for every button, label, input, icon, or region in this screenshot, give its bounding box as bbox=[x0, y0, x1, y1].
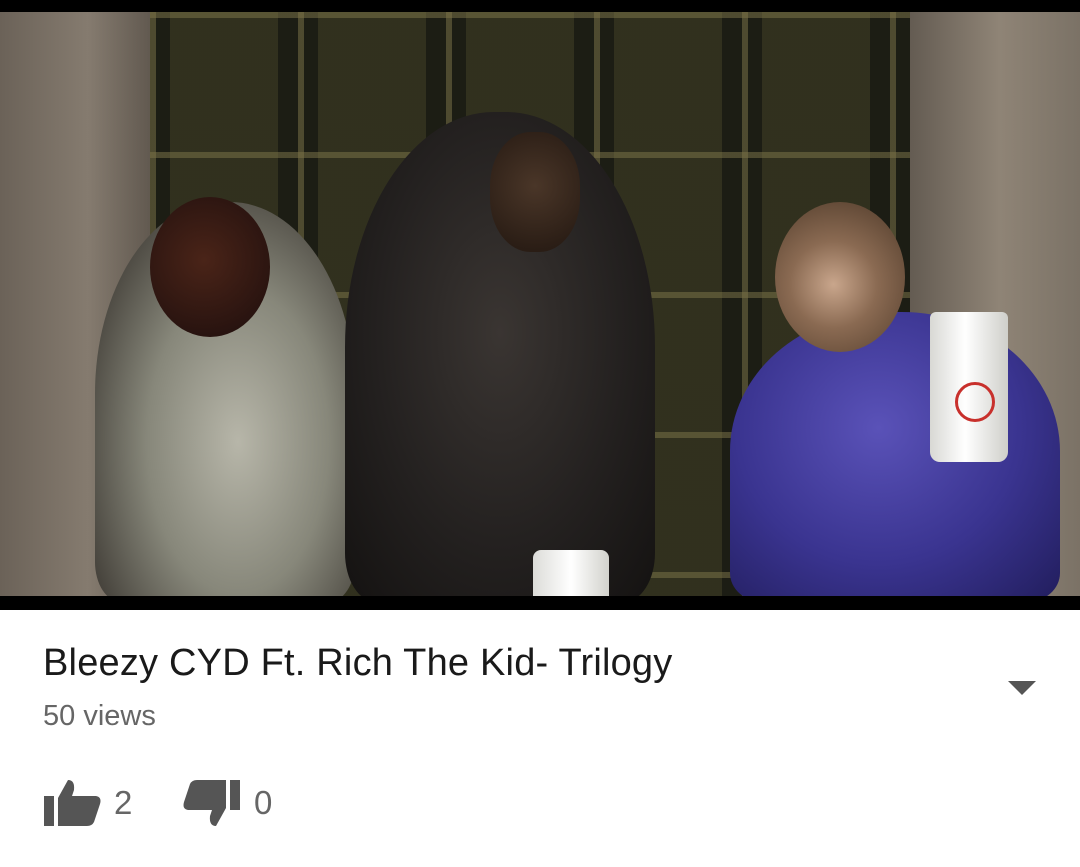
thumbs-up-icon bbox=[42, 778, 102, 828]
video-page: Bleezy CYD Ft. Rich The Kid- Trilogy 50 … bbox=[0, 0, 1080, 867]
video-frame[interactable] bbox=[0, 12, 1080, 596]
thumbs-down-icon bbox=[182, 778, 242, 828]
like-button[interactable]: 2 bbox=[42, 778, 132, 828]
chevron-down-icon[interactable] bbox=[1008, 681, 1036, 695]
video-title: Bleezy CYD Ft. Rich The Kid- Trilogy bbox=[43, 642, 673, 684]
dislike-button[interactable]: 0 bbox=[182, 778, 272, 828]
view-count: 50 views bbox=[43, 700, 156, 732]
dislike-count: 0 bbox=[254, 784, 273, 821]
foam-cup-small bbox=[533, 550, 609, 596]
video-player[interactable] bbox=[0, 0, 1080, 610]
person-center-face bbox=[490, 132, 580, 252]
person-right-head bbox=[775, 202, 905, 352]
person-right bbox=[730, 312, 1060, 596]
like-count: 2 bbox=[114, 784, 133, 821]
cup-logo bbox=[955, 382, 995, 422]
person-left-head bbox=[150, 197, 270, 337]
